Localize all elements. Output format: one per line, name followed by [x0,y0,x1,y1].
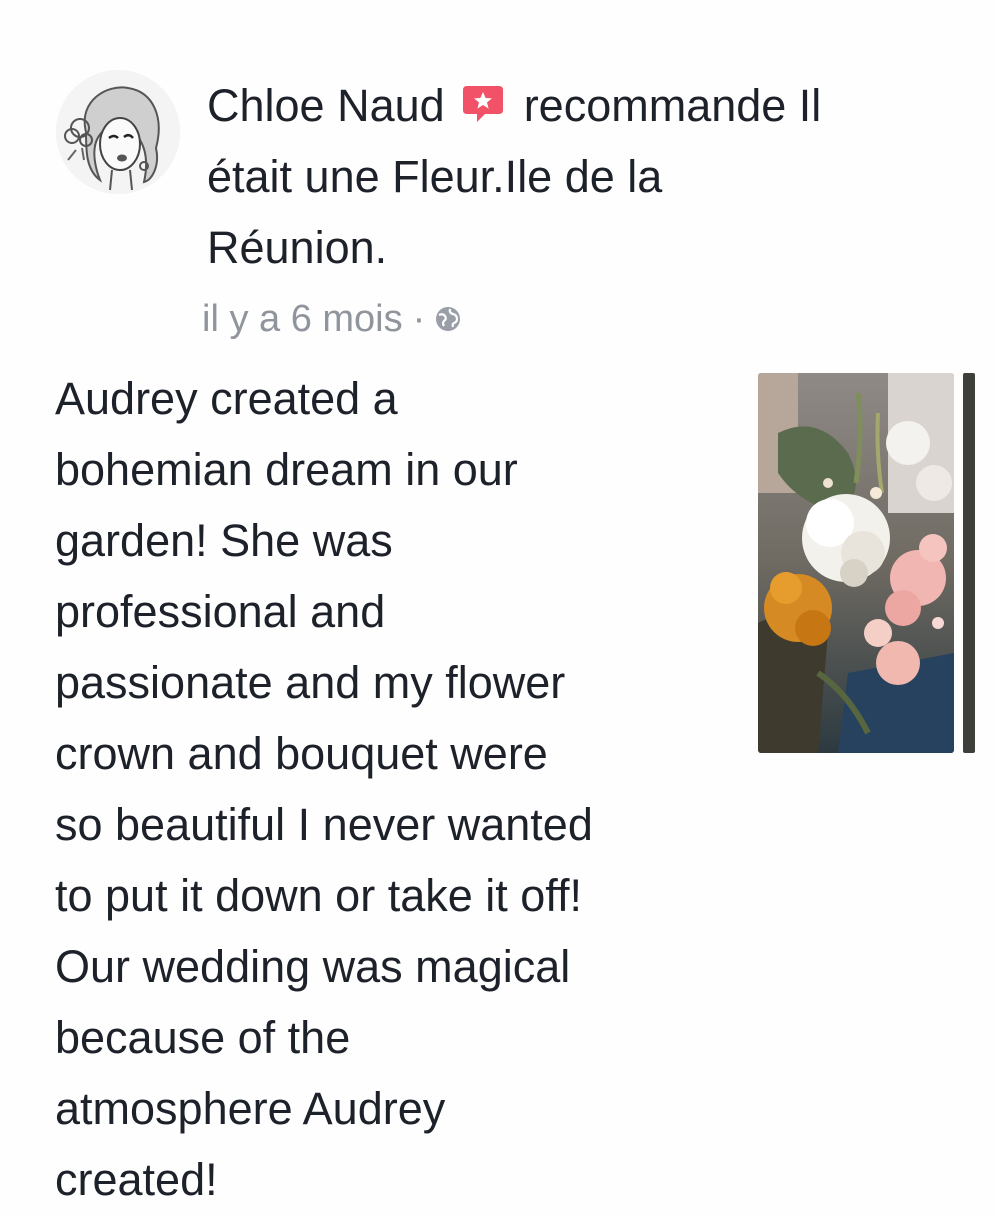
post-body-line: professional and [55,586,386,637]
post-body-line: Our wedding was magical [55,941,571,992]
meta-separator: · [412,298,426,340]
post-body-line: to put it down or take it off! [55,870,582,921]
recommendation-post: Chloe Naud recommande Il était une Fleur… [0,0,995,1216]
post-timestamp[interactable]: il y a 6 mois [202,294,403,344]
bouquet-photo[interactable] [758,373,954,753]
action-text-1[interactable]: recommande Il [524,80,822,131]
post-header: Chloe Naud recommande Il était une Fleur… [207,70,967,283]
post-body-line: bohemian dream in our [55,444,518,495]
header-line-2[interactable]: était une Fleur.Ile de la [207,141,967,212]
post-body-line: atmosphere Audrey [55,1083,446,1134]
post-body-line: Audrey created a [55,373,398,424]
post-body-line: crown and bouquet were [55,728,548,779]
post-body: Audrey created a bohemian dream in our g… [55,363,755,1215]
next-photo-thumbnail[interactable] [963,373,975,753]
header-line-3[interactable]: Réunion. [207,212,967,283]
author-name[interactable]: Chloe Naud [207,80,445,131]
header-line-1: Chloe Naud recommande Il [207,70,967,141]
recommend-icon [463,86,504,122]
post-body-line: garden! She was [55,515,393,566]
post-body-line: so beautiful I never wanted [55,799,593,850]
globe-icon [436,307,461,331]
post-meta: il y a 6 mois · [202,294,463,344]
post-body-line: passionate and my flower [55,657,566,708]
post-body-line: because of the [55,1012,351,1063]
post-body-line: created! [55,1154,218,1205]
author-avatar[interactable] [56,70,180,194]
